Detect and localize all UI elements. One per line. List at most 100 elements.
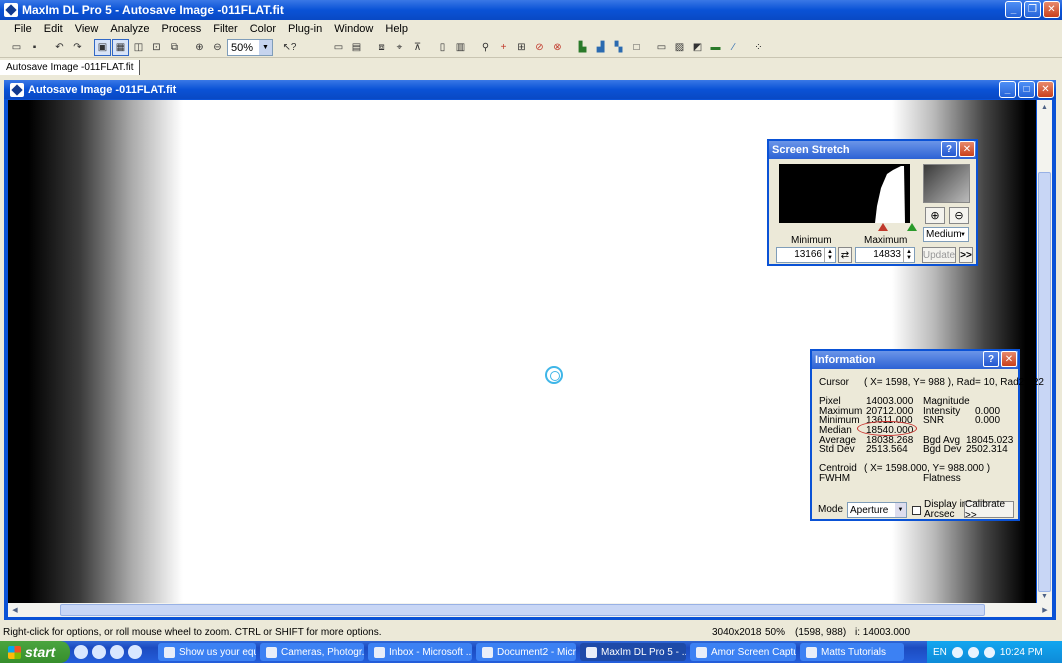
telescope-icon[interactable]: ⌖: [391, 39, 408, 56]
close-button[interactable]: ✕: [1037, 81, 1054, 98]
close-button[interactable]: ✕: [1043, 1, 1060, 18]
maximize-button[interactable]: □: [1018, 81, 1035, 98]
context-help-icon[interactable]: ↖?: [281, 39, 298, 56]
media-quicklaunch-icon[interactable]: [110, 645, 124, 659]
save-icon[interactable]: ▪: [26, 39, 43, 56]
menu-edit[interactable]: Edit: [38, 23, 69, 35]
menu-help[interactable]: Help: [379, 23, 414, 35]
aperture-cursor-icon[interactable]: [545, 366, 563, 384]
scroll-right-icon[interactable]: ▶: [1038, 603, 1052, 617]
language-indicator[interactable]: EN: [933, 647, 947, 658]
task-document2-word[interactable]: Document2 - Micro...: [476, 643, 576, 661]
image-icon[interactable]: ▨: [671, 39, 688, 56]
close-button[interactable]: ✕: [959, 141, 975, 157]
line-profile-icon[interactable]: ∕: [725, 39, 742, 56]
camera-control-icon[interactable]: ▭: [330, 39, 347, 56]
scroll-up-icon[interactable]: ▲: [1037, 100, 1052, 114]
combine-icon[interactable]: ▚: [610, 39, 627, 56]
overlay-icon[interactable]: ⧉: [166, 39, 183, 56]
bookmark-icon[interactable]: ▥: [452, 39, 469, 56]
document-icon[interactable]: ▯: [434, 39, 451, 56]
task-matts-tutorials[interactable]: Matts Tutorials: [800, 643, 904, 661]
swap-icon[interactable]: ⇄: [838, 247, 852, 263]
stack-icon[interactable]: ⧈: [373, 39, 390, 56]
horizontal-scroll-thumb[interactable]: [60, 604, 985, 616]
redo-icon[interactable]: ↷: [69, 39, 86, 56]
information-toggle-icon[interactable]: ▦: [112, 39, 129, 56]
star-box-icon[interactable]: ⊞: [513, 39, 530, 56]
task-inbox-outlook[interactable]: Inbox - Microsoft ...: [368, 643, 472, 661]
update-button[interactable]: Update: [922, 247, 956, 263]
app-quicklaunch-icon[interactable]: [128, 645, 142, 659]
horizontal-scrollbar[interactable]: ◀ ▶: [8, 603, 1052, 617]
flip-icon[interactable]: ◫: [130, 39, 147, 56]
spinner-icon[interactable]: ▲ ▼: [824, 248, 835, 262]
histogram-icon[interactable]: ▙: [574, 39, 591, 56]
close-button[interactable]: ✕: [1001, 351, 1017, 367]
mail-quicklaunch-icon[interactable]: [92, 645, 106, 659]
menu-analyze[interactable]: Analyze: [104, 23, 155, 35]
stop-icon[interactable]: ⊗: [549, 39, 566, 56]
stretch-mode-select[interactable]: Medium ▼: [923, 227, 969, 242]
open-icon[interactable]: ▭: [8, 39, 25, 56]
menu-file[interactable]: File: [8, 23, 38, 35]
menu-plugin[interactable]: Plug-in: [282, 23, 328, 35]
app-titlebar[interactable]: MaxIm DL Pro 5 - Autosave Image -011FLAT…: [0, 0, 1062, 20]
help-button[interactable]: ?: [983, 351, 999, 367]
help-button[interactable]: ?: [941, 141, 957, 157]
calibrate-button[interactable]: Calibrate >>: [964, 499, 1014, 521]
pin-icon[interactable]: ⚲: [477, 39, 494, 56]
minimize-button[interactable]: _: [1005, 1, 1022, 18]
frame-icon[interactable]: □: [628, 39, 645, 56]
spinner-icon[interactable]: ▲ ▼: [903, 248, 914, 262]
scroll-left-icon[interactable]: ◀: [8, 603, 22, 617]
scroll-down-icon[interactable]: ▼: [1037, 589, 1052, 603]
maximum-marker-icon[interactable]: [907, 223, 917, 231]
display-arcsec-checkbox[interactable]: [912, 506, 921, 515]
menu-filter[interactable]: Filter: [207, 23, 243, 35]
zoom-in-icon[interactable]: ⊕: [191, 39, 208, 56]
task-maxim-dl[interactable]: MaxIm DL Pro 5 - ...: [580, 643, 686, 661]
guide-icon[interactable]: ⊼: [409, 39, 426, 56]
minimum-marker-icon[interactable]: [878, 223, 888, 231]
observatory-icon[interactable]: ▤: [348, 39, 365, 56]
menu-window[interactable]: Window: [328, 23, 379, 35]
menu-view[interactable]: View: [69, 23, 105, 35]
rectangle-icon[interactable]: ▭: [653, 39, 670, 56]
help-tray-icon[interactable]: [951, 646, 963, 658]
start-button[interactable]: start: [0, 641, 70, 663]
screen-stretch-titlebar[interactable]: Screen Stretch ? ✕: [769, 141, 976, 159]
zoom-in-histogram-icon[interactable]: ⊕: [925, 207, 945, 224]
tab-autosave-image[interactable]: Autosave Image -011FLAT.fit: [0, 59, 141, 75]
image-window-titlebar[interactable]: Autosave Image -011FLAT.fit _ □ ✕: [4, 80, 1056, 99]
minimize-button[interactable]: _: [999, 81, 1016, 98]
information-titlebar[interactable]: Information ? ✕: [812, 351, 1018, 369]
task-screen-capture[interactable]: Amor Screen Capture: [690, 643, 796, 661]
ruler-icon[interactable]: ▬: [707, 39, 724, 56]
graph-icon[interactable]: ◩: [689, 39, 706, 56]
zoom-select[interactable]: 50% ▼: [227, 39, 273, 56]
browser-quicklaunch-icon[interactable]: [74, 645, 88, 659]
undo-icon[interactable]: ↶: [51, 39, 68, 56]
menu-process[interactable]: Process: [156, 23, 208, 35]
align-icon[interactable]: ▟: [592, 39, 609, 56]
zoom-out-icon[interactable]: ⊖: [209, 39, 226, 56]
maximum-value-field[interactable]: 14833 ▲ ▼: [855, 247, 915, 263]
task-show-us-your-equipment[interactable]: Show us your equi...: [158, 643, 256, 661]
restore-button[interactable]: ❐: [1024, 1, 1041, 18]
no-entry-icon[interactable]: ⊘: [531, 39, 548, 56]
expand-button[interactable]: >>: [959, 247, 973, 263]
vertical-scrollbar[interactable]: ▲ ▼: [1037, 100, 1052, 603]
zoom-out-histogram-icon[interactable]: ⊖: [949, 207, 969, 224]
crosshair-icon[interactable]: +: [495, 39, 512, 56]
mode-select[interactable]: Aperture ▼: [847, 502, 907, 518]
minimum-value-field[interactable]: 13166 ▲ ▼: [776, 247, 836, 263]
crop-icon[interactable]: ⊡: [148, 39, 165, 56]
histogram-plot[interactable]: [779, 164, 910, 223]
volume-tray-icon[interactable]: [983, 646, 995, 658]
menu-color[interactable]: Color: [244, 23, 282, 35]
task-cameras-photography[interactable]: Cameras, Photogr...: [260, 643, 364, 661]
screen-stretch-toggle-icon[interactable]: ▣: [94, 39, 111, 56]
network-tray-icon[interactable]: [967, 646, 979, 658]
dither-icon[interactable]: ⁘: [750, 39, 767, 56]
